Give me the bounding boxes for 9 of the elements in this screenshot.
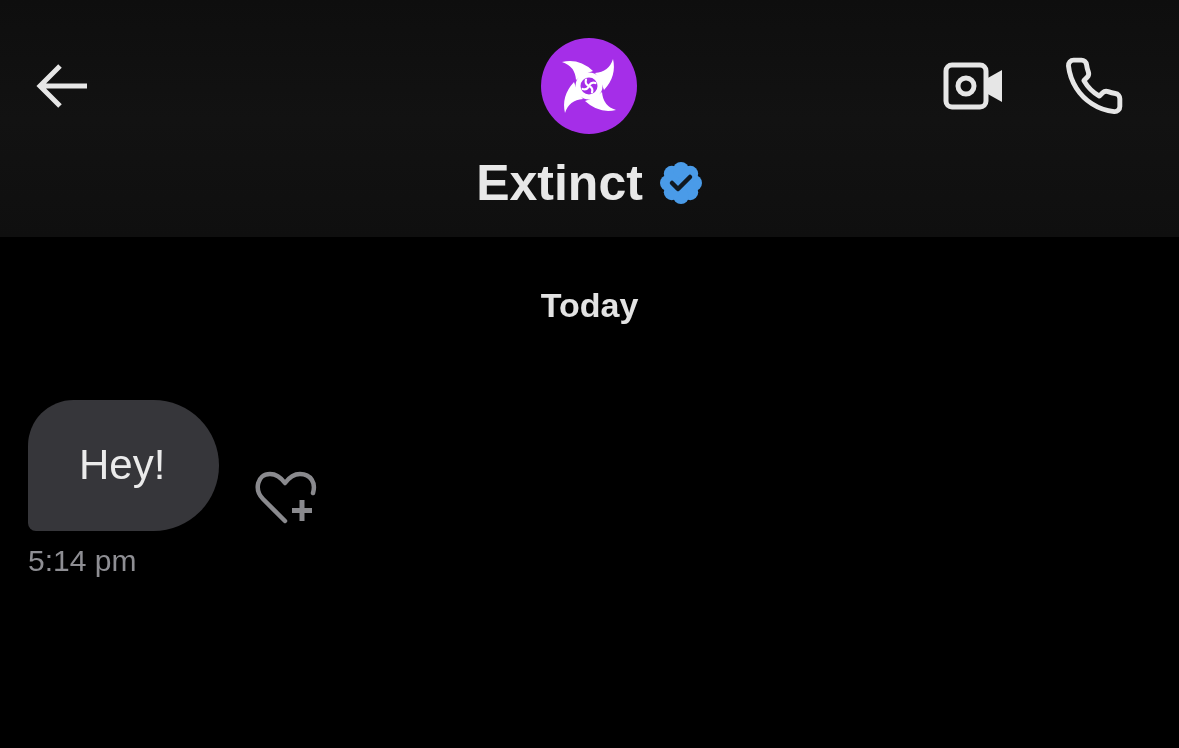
date-separator: Today <box>540 285 639 325</box>
phone-icon[interactable] <box>1063 55 1125 117</box>
contact-name: Extinct <box>476 154 643 212</box>
message-time: 5:14 pm <box>28 543 137 579</box>
heart-plus-icon[interactable] <box>253 469 318 525</box>
message-bubble: Hey! <box>28 400 220 531</box>
video-camera-icon[interactable] <box>943 62 1003 110</box>
avatar-icon[interactable] <box>541 38 638 134</box>
back-arrow-icon[interactable] <box>35 62 89 110</box>
